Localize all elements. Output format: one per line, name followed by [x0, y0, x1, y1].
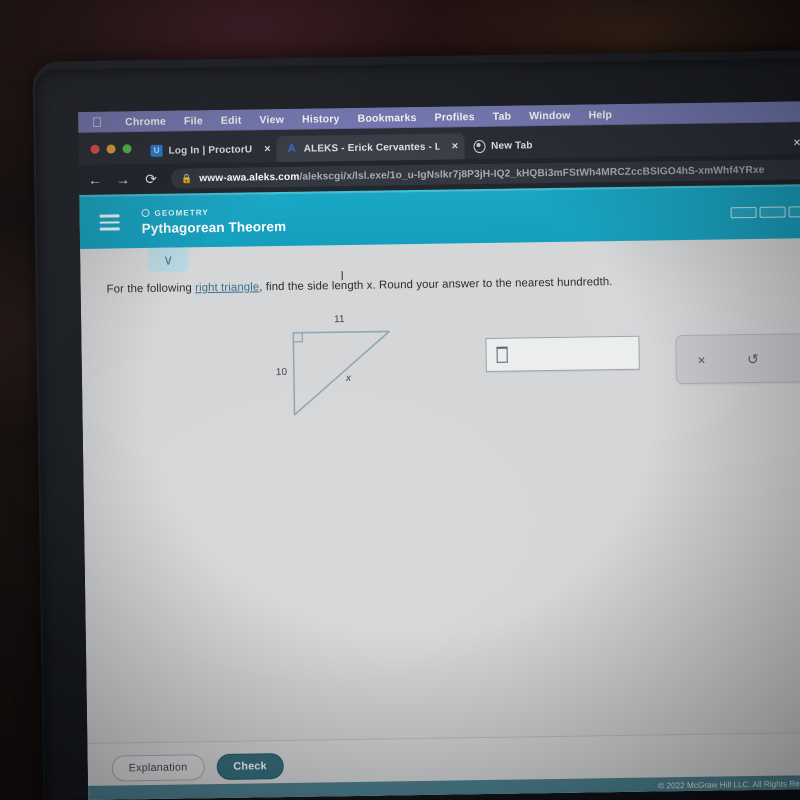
course-circle-icon	[141, 208, 150, 218]
right-triangle-figure: 11 10 x	[262, 314, 439, 428]
mouse-text-cursor-icon: I	[340, 268, 345, 284]
url-path: /alekscgi/x/lsl.exe/1o_u-IgNslkr7j8P3jH-…	[299, 164, 765, 183]
close-window-button[interactable]	[90, 144, 100, 154]
footer-actions: Explanation Check	[87, 733, 800, 782]
menu-item-tab[interactable]: Tab	[484, 110, 521, 123]
apple-logo-icon[interactable]: 	[92, 115, 102, 130]
lock-icon: 🔒	[180, 172, 193, 183]
triangle-svg	[292, 330, 391, 417]
course-label: GEOMETRY	[154, 207, 209, 218]
page-title: Pythagorean Theorem	[141, 218, 287, 236]
menu-item-chrome[interactable]: Chrome	[116, 115, 175, 128]
close-tab-icon[interactable]: ×	[264, 143, 271, 155]
copyright-text: © 2022 McGraw Hill LLC. All Rights Reser…	[658, 778, 800, 790]
text-caret-icon	[496, 347, 508, 364]
tab-strip-actions: × +	[793, 135, 800, 155]
laptop-screen:  Chrome File Edit View History Bookmark…	[78, 100, 800, 800]
address-bar[interactable]: 🔒 www-awa.aleks.com/alekscgi/x/lsl.exe/1…	[170, 158, 800, 189]
chrome-favicon-icon	[473, 139, 486, 153]
minimize-window-button[interactable]	[106, 143, 116, 154]
progress-segment	[759, 206, 786, 218]
menu-item-edit[interactable]: Edit	[212, 114, 251, 127]
tab-title: Log In | ProctorU	[168, 143, 253, 157]
progress-segment	[788, 206, 800, 218]
proctoru-favicon-icon: U	[150, 144, 163, 157]
menu-item-window[interactable]: Window	[520, 109, 580, 122]
close-tab-icon[interactable]: ×	[793, 135, 800, 149]
menu-item-history[interactable]: History	[293, 112, 349, 126]
course-label-row: GEOMETRY	[141, 206, 286, 217]
question-before-link: For the following	[106, 282, 196, 296]
header-text-block: GEOMETRY Pythagorean Theorem	[141, 206, 287, 236]
photo-of-laptop-screen:  Chrome File Edit View History Bookmark…	[0, 0, 800, 800]
triangle-hypotenuse-label: x	[345, 373, 352, 385]
undo-button[interactable]: ↺	[747, 351, 759, 367]
aleks-page: GEOMETRY Pythagorean Theorem ∨ For the f…	[79, 185, 800, 800]
clear-button[interactable]: ×	[697, 352, 705, 368]
menu-item-profiles[interactable]: Profiles	[426, 110, 484, 124]
math-tool-buttons: × ↺ ?	[675, 333, 800, 385]
work-area: 11 10 x × ↺ ?	[107, 309, 800, 429]
check-button[interactable]: Check	[216, 753, 284, 781]
triangle-left-leg-label: 10	[275, 367, 288, 379]
browser-tab-proctoru[interactable]: U Log In | ProctorU ×	[141, 136, 276, 164]
reload-icon[interactable]: ⟳	[143, 171, 159, 187]
progress-meter	[730, 206, 800, 219]
browser-tab-aleks[interactable]: A ALEKS - Erick Cervantes - Lea ×	[276, 133, 465, 163]
menu-item-help[interactable]: Help	[579, 108, 621, 121]
question-content: For the following right triangle, find t…	[80, 238, 800, 431]
window-controls	[86, 132, 141, 165]
explanation-button[interactable]: Explanation	[111, 754, 205, 782]
answer-row: × ↺ ?	[485, 333, 800, 387]
question-after-link: , find the side length x. Round your ans…	[259, 276, 613, 294]
menu-item-bookmarks[interactable]: Bookmarks	[349, 111, 426, 124]
right-triangle-link[interactable]: right triangle	[195, 281, 259, 294]
tab-title: ALEKS - Erick Cervantes - Lea	[303, 141, 440, 155]
aleks-favicon-icon: A	[287, 142, 296, 155]
browser-tab-new-tab[interactable]: New Tab	[464, 132, 539, 159]
close-tab-icon[interactable]: ×	[452, 140, 459, 152]
menu-item-file[interactable]: File	[175, 115, 212, 128]
url-text: www-awa.aleks.com/alekscgi/x/lsl.exe/1o_…	[199, 164, 764, 183]
forward-icon[interactable]: →	[115, 171, 131, 187]
back-icon[interactable]: ←	[87, 172, 103, 188]
progress-segment	[730, 206, 757, 219]
question-text: For the following right triangle, find t…	[107, 272, 800, 298]
url-host: www-awa.aleks.com	[199, 171, 300, 184]
tab-title: New Tab	[491, 139, 533, 152]
menu-item-view[interactable]: View	[250, 113, 293, 126]
triangle-top-leg-label: 11	[334, 314, 345, 326]
answer-input[interactable]	[485, 336, 640, 373]
maximize-window-button[interactable]	[122, 143, 132, 153]
hamburger-icon[interactable]	[99, 214, 120, 231]
